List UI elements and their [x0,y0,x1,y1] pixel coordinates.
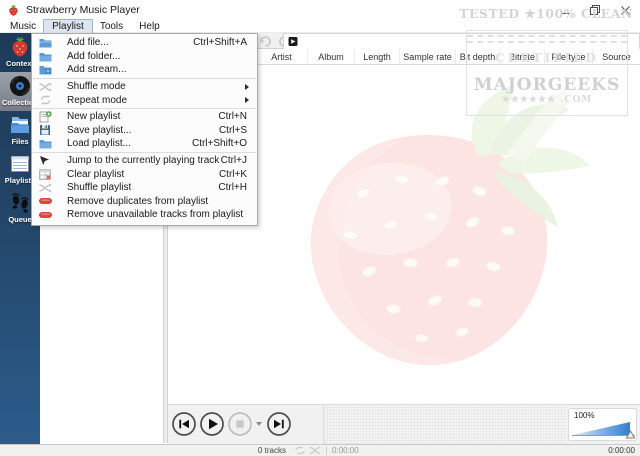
footsteps-icon [12,193,29,213]
window-title: Strawberry Music Player [26,4,140,16]
menu-item-repeat-mode[interactable]: Repeat mode [32,93,257,107]
menubar-item-playlist[interactable]: Playlist [43,18,93,34]
stop-button[interactable] [227,411,253,437]
next-button[interactable] [266,411,292,437]
column-header-bit-depth[interactable]: Bit depth [456,49,500,64]
column-header-sample-rate[interactable]: Sample rate [400,49,456,64]
playlist-total-time: 0:00:00 [332,446,359,455]
menubar-item-music[interactable]: Music [2,20,44,33]
restore-button[interactable] [580,0,610,20]
repeat-icon [39,94,52,106]
previous-button[interactable] [171,411,197,437]
folders-icon [11,117,29,133]
submenu-arrow-icon [245,97,249,104]
volume-slider[interactable] [572,420,636,440]
column-header-album[interactable]: Album [308,49,355,64]
menubar-item-tools[interactable]: Tools [92,20,131,33]
column-header-length[interactable]: Length [355,49,400,64]
minimize-icon [560,12,570,14]
menu-item-new-playlist[interactable]: New playlist Ctrl+N [32,110,257,124]
menu-separator [33,151,256,153]
menu-item-shuffle-mode[interactable]: Shuffle mode [32,80,257,94]
play-button[interactable] [199,411,225,437]
add-folder-icon [39,50,52,62]
shuffle-status-icon[interactable] [309,446,321,455]
strawberry-icon [12,36,28,57]
strawberry-watermark [310,85,590,366]
volume-panel: 100% [568,408,637,441]
track-count: 0 tracks [258,446,287,455]
restore-icon [590,5,600,15]
add-file-icon [39,37,52,49]
repeat-status-icon[interactable] [294,446,306,455]
add-stream-icon [39,64,52,76]
player-controls-bar: 100% [168,404,640,444]
menu-separator [33,107,256,109]
column-header-source[interactable]: Source [593,49,640,64]
playlist-doc-icon [11,156,29,172]
new-playlist-icon [39,110,52,123]
remove-icon [39,209,52,221]
menu-item-add-file[interactable]: Add file... Ctrl+Shift+A [32,36,257,50]
menu-item-jump-to-playing[interactable]: Jump to the currently playing track Ctrl… [32,154,257,168]
column-header-bitrate[interactable]: Bitrate [500,49,545,64]
app-strawberry-icon [9,4,18,16]
menu-item-shuffle-playlist[interactable]: Shuffle playlist Ctrl+H [32,181,257,195]
playback-position-time: 0:00:00 [608,446,635,455]
menu-item-add-folder[interactable]: Add folder... [32,50,257,64]
load-playlist-icon [39,138,52,150]
close-button[interactable] [610,0,640,20]
status-bar: 0 tracks 0:00:00 0:00:00 [0,444,640,456]
column-header-artist[interactable]: Artist [256,49,308,64]
jump-icon [39,155,52,167]
menu-item-remove-duplicates[interactable]: Remove duplicates from playlist [32,195,257,209]
title-bar: Strawberry Music Player [0,0,640,20]
remove-icon [39,195,52,207]
track-position-slider[interactable] [323,405,567,444]
save-playlist-icon [39,124,52,136]
menu-item-remove-unavailable[interactable]: Remove unavailable tracks from playlist [32,208,257,222]
menu-item-save-playlist[interactable]: Save playlist... Ctrl+S [32,124,257,138]
menu-bar: Music Playlist Tools Help [0,18,640,34]
shuffle-icon [39,182,52,194]
statusbar-separator [326,446,328,455]
playlist-tab[interactable] [283,33,640,49]
minimize-button[interactable] [550,0,580,20]
shuffle-icon [39,81,52,93]
menu-item-add-stream[interactable]: Add stream... [32,63,257,77]
stop-options-dropdown-icon[interactable] [256,422,262,426]
volume-label: 100% [574,411,595,420]
column-header-file-type[interactable]: File type [545,49,593,64]
menu-item-clear-playlist[interactable]: Clear playlist Ctrl+K [32,167,257,181]
playlist-tab-icon [288,37,298,46]
menu-separator [33,77,256,79]
vinyl-icon [10,76,30,96]
clear-playlist-icon [39,168,52,180]
submenu-arrow-icon [245,83,249,90]
undo-icon[interactable] [258,34,273,48]
playlist-dropdown-menu: Add file... Ctrl+Shift+A Add folder... A… [31,33,258,226]
menubar-item-help[interactable]: Help [131,20,168,33]
close-icon [620,5,630,15]
menu-item-load-playlist[interactable]: Load playlist... Ctrl+Shift+O [32,137,257,151]
